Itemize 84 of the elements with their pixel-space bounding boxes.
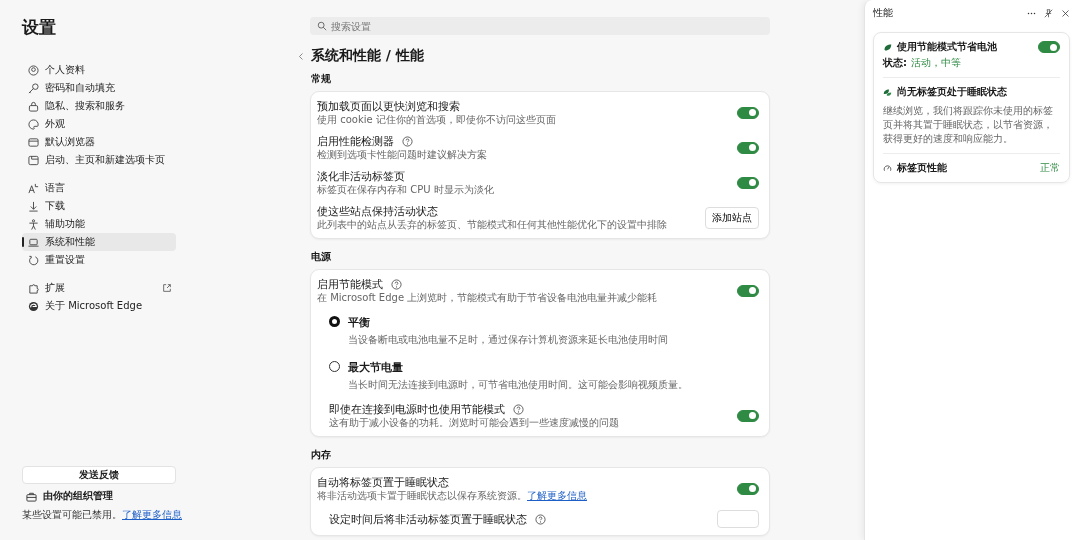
setting-label: 预加载页面以更快浏览和搜索 xyxy=(317,99,460,113)
briefcase-icon xyxy=(26,490,37,502)
search-field[interactable]: 搜索设置 xyxy=(310,17,770,35)
managed-label: 由你的组织管理 xyxy=(43,489,113,503)
learn-more-link[interactable]: 了解更多信息 xyxy=(122,509,182,520)
close-icon[interactable] xyxy=(1061,8,1070,18)
search-icon xyxy=(317,21,327,31)
setting-description: 当设备断电或电池电量不足时，通过保存计算机资源来延长电池使用时间 xyxy=(348,333,669,346)
language-icon xyxy=(28,182,39,194)
setting-description: 此列表中的站点从丢弃的标签页、节能模式和任何其他性能优化下的设置中排除 xyxy=(317,218,668,231)
sidebar-item[interactable]: 下载 xyxy=(22,197,176,215)
logo-icon xyxy=(28,300,39,312)
toggle-switch[interactable] xyxy=(737,482,759,495)
toggle-switch[interactable] xyxy=(737,141,759,154)
battery-leaf-icon xyxy=(883,42,892,52)
sidebar-item[interactable]: 隐私、搜索和服务 xyxy=(22,97,176,115)
sleeping-tabs-label: 尚无标签页处于睡眠状态 xyxy=(897,85,1008,99)
sidebar-item[interactable]: 启动、主页和新建选项卡页 xyxy=(22,151,176,169)
setting-description: 使用 cookie 记住你的首选项，即使你不访问这些页面 xyxy=(317,113,557,126)
help-icon[interactable] xyxy=(402,135,413,147)
pin-icon[interactable] xyxy=(1044,8,1053,18)
panel-title: 性能 xyxy=(873,6,893,20)
help-icon[interactable] xyxy=(391,278,402,290)
toggle-switch[interactable] xyxy=(1038,41,1060,53)
leaves-icon xyxy=(883,87,892,97)
help-icon[interactable] xyxy=(513,403,524,415)
setting-label: 使这些站点保持活动状态 xyxy=(317,204,438,218)
battery-saver-label: 使用节能模式节省电池 xyxy=(897,40,998,54)
setting-description: 标签页在保存内存和 CPU 时显示为淡化 xyxy=(317,183,495,196)
key-icon xyxy=(28,82,39,94)
section-title: 常规 xyxy=(311,72,332,86)
download-icon xyxy=(28,200,39,212)
sidebar-item[interactable]: 重置设置 xyxy=(22,251,176,269)
sidebar-item[interactable]: 外观 xyxy=(22,115,176,133)
setting-label: 即使在连接到电源时也使用节能模式 xyxy=(329,402,505,416)
tab-performance-label: 标签页性能 xyxy=(897,161,948,175)
setting-label: 设定时间后将非活动标签页置于睡眠状态 xyxy=(329,512,527,526)
setting-label: 平衡 xyxy=(348,315,370,329)
sidebar-item[interactable]: 辅助功能 xyxy=(22,215,176,233)
setting-label: 自动将标签页置于睡眠状态 xyxy=(317,475,449,489)
section-title: 内存 xyxy=(311,448,332,462)
window-icon xyxy=(28,154,39,166)
sidebar-item[interactable]: 个人资料 xyxy=(22,61,176,79)
setting-label: 最大节电量 xyxy=(348,360,403,374)
radio-button[interactable] xyxy=(329,316,340,327)
sleeping-tabs-description: 继续浏览，我们将跟踪你未使用的标签页并将其置于睡眠状态，以节省资源，获得更好的速度和响应能力。 xyxy=(883,104,1054,146)
sidebar-item[interactable]: 语言 xyxy=(22,179,176,197)
feedback-button[interactable]: 发送反馈 xyxy=(22,466,176,484)
sidebar-item[interactable]: 密码和自动填充 xyxy=(22,79,176,97)
setting-label: 启用节能模式 xyxy=(317,277,383,291)
profile-icon xyxy=(28,64,39,76)
sidebar-item[interactable]: 关于 Microsoft Edge xyxy=(22,297,176,315)
section-title: 电源 xyxy=(311,250,332,264)
settings-title: 设置 xyxy=(22,16,57,39)
reset-icon xyxy=(28,254,39,266)
setting-description: 这有助于减小设备的功耗。浏览时可能会遇到一些速度减慢的问题 xyxy=(329,416,620,429)
puzzle-icon xyxy=(28,282,39,294)
toggle-switch[interactable] xyxy=(737,176,759,189)
status-label: 状态: xyxy=(883,56,907,70)
setting-description: 当长时间无法连接到电源时，可节省电池使用时间。这可能会影响视频质量。 xyxy=(348,378,689,391)
palette-icon xyxy=(28,118,39,130)
lock-icon xyxy=(28,100,39,112)
setting-description: 在 Microsoft Edge 上浏览时，节能模式有助于节省设备电池电量并减少能耗 xyxy=(317,291,659,304)
browser-icon xyxy=(28,136,39,148)
toggle-switch[interactable] xyxy=(737,409,759,422)
gauge-icon xyxy=(883,163,892,173)
sidebar-item[interactable]: 系统和性能 xyxy=(22,233,176,251)
setting-description: 将非活动选项卡置于睡眠状态以保存系统资源。了解更多信息 xyxy=(317,489,588,502)
add-site-button[interactable]: 添加站点 xyxy=(705,206,759,229)
status-value: 活动，中等 xyxy=(911,56,961,70)
toggle-switch[interactable] xyxy=(737,284,759,297)
laptop-icon xyxy=(28,236,39,248)
sidebar-item[interactable]: 默认浏览器 xyxy=(22,133,176,151)
help-icon[interactable] xyxy=(535,513,546,525)
back-icon[interactable] xyxy=(298,51,304,61)
setting-label: 淡化非活动标签页 xyxy=(317,169,405,183)
accessibility-icon xyxy=(28,218,39,230)
toggle-switch[interactable] xyxy=(737,106,759,119)
setting-label: 启用性能检测器 xyxy=(317,134,394,148)
setting-description: 检测到选项卡性能问题时建议解决方案 xyxy=(317,148,488,161)
tab-performance-status: 正常 xyxy=(1040,161,1060,175)
sidebar-item[interactable]: 扩展 xyxy=(22,279,176,297)
page-title: 系统和性能 / 性能 xyxy=(311,47,424,65)
learn-more-link[interactable]: 了解更多信息 xyxy=(527,490,587,501)
